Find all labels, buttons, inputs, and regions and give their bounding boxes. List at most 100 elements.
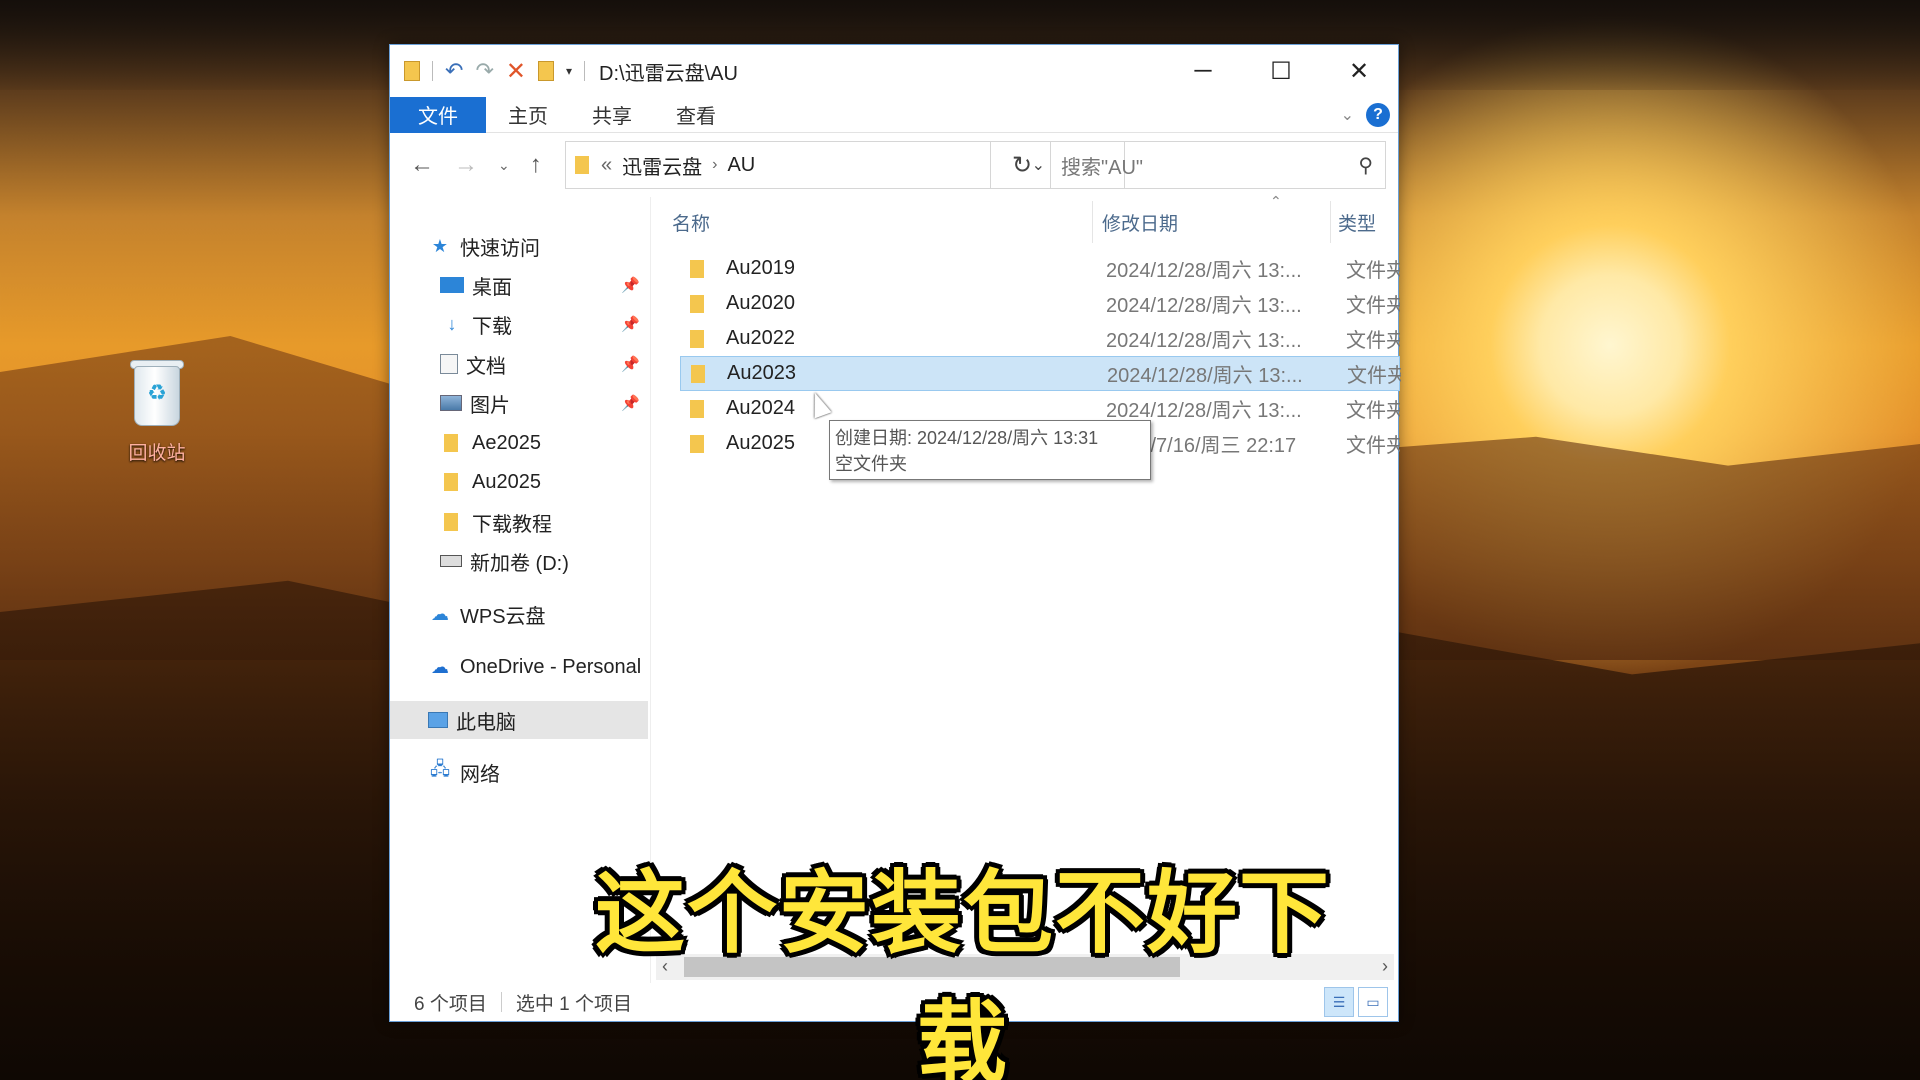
divider	[584, 61, 586, 81]
sidebar-item-onedrive[interactable]: ☁ OneDrive - Personal	[428, 648, 648, 686]
breadcrumb[interactable]: « 迅雷云盘 › AU ⌄	[565, 141, 1053, 189]
tab-share[interactable]: 共享	[570, 97, 654, 133]
folder-icon	[444, 513, 458, 531]
refresh-icon[interactable]: ↻	[990, 141, 1053, 189]
sidebar-item-label: 网络	[460, 763, 500, 786]
recent-locations-icon[interactable]: ⌄	[498, 157, 510, 174]
sidebar-item-this-pc[interactable]: 此电脑	[390, 701, 648, 739]
maximize-button[interactable]: ☐	[1242, 45, 1320, 97]
column-header-label: 类型	[1338, 213, 1377, 235]
back-icon[interactable]: ←	[410, 151, 434, 179]
folder-tooltip: 创建日期: 2024/12/28/周六 13:31 空文件夹	[829, 420, 1151, 480]
up-icon[interactable]: ↑	[530, 151, 542, 179]
column-header-date[interactable]: 修改日期	[1102, 197, 1322, 247]
sidebar-item-pictures[interactable]: 图片 📌	[440, 384, 648, 422]
folder-icon	[444, 434, 458, 452]
chevron-right-icon[interactable]: ›	[712, 156, 717, 174]
scroll-right-icon[interactable]: ›	[1382, 956, 1388, 977]
expand-ribbon-icon[interactable]: ⌄	[1341, 105, 1354, 125]
file-row-selected[interactable]: Au2023 2024/12/28/周六 13:... 文件夹	[680, 356, 1401, 391]
file-date: 2024/12/28/周六 13:...	[1106, 260, 1302, 282]
sidebar-item-quick-access[interactable]: ★ 快速访问	[428, 227, 648, 265]
undo-icon[interactable]: ↶	[445, 58, 463, 84]
help-icon[interactable]: ?	[1366, 102, 1390, 127]
ribbon-tabs: 文件 主页 共享 查看 ⌄ ?	[390, 96, 1398, 133]
file-name: Au2024	[726, 397, 795, 419]
folder-icon	[690, 329, 704, 348]
pin-icon[interactable]: 📌	[621, 315, 640, 333]
column-header-name[interactable]: 名称	[672, 197, 1092, 247]
navigation-bar: ← → ⌄ ↑ « 迅雷云盘 › AU ⌄ ↻ 搜索"AU" ⚲	[390, 133, 1398, 197]
sidebar-item-label: 新加卷 (D:)	[470, 552, 569, 575]
cloud-icon: ☁	[431, 603, 449, 624]
sidebar-item-label: WPS云盘	[460, 605, 546, 628]
window-title: D:\迅雷云盘\AU	[599, 62, 738, 85]
column-header-label: 修改日期	[1102, 213, 1179, 235]
folder-icon	[404, 61, 420, 81]
sidebar-item-label: 文档	[466, 355, 506, 378]
search-input[interactable]: 搜索"AU" ⚲	[1050, 141, 1386, 189]
large-icons-view-icon[interactable]: ▭	[1358, 987, 1388, 1017]
pin-icon[interactable]: 📌	[621, 394, 640, 412]
desktop-icon	[440, 277, 464, 293]
tab-file[interactable]: 文件	[390, 96, 486, 133]
sidebar-item-network[interactable]: 🖧 网络	[428, 753, 648, 791]
document-icon	[440, 354, 458, 374]
tab-home[interactable]: 主页	[486, 97, 570, 133]
computer-icon	[428, 712, 448, 728]
network-icon: 🖧	[429, 759, 451, 779]
pin-icon[interactable]: 📌	[621, 355, 640, 373]
sidebar-item-ae2025[interactable]: Ae2025	[444, 424, 648, 462]
breadcrumb-item[interactable]: AU	[727, 154, 755, 177]
folder-icon	[575, 156, 589, 174]
breadcrumb-overflow[interactable]: «	[601, 154, 612, 177]
download-icon: ↓	[447, 313, 457, 334]
file-row[interactable]: Au2020 2024/12/28/周六 13:... 文件夹	[680, 286, 1400, 321]
sidebar-item-documents[interactable]: 文档 📌	[440, 345, 648, 383]
file-type: 文件夹	[1346, 435, 1400, 457]
column-header-type[interactable]: 类型	[1338, 197, 1400, 247]
delete-icon[interactable]: ✕	[506, 57, 526, 86]
file-row[interactable]: Au2019 2024/12/28/周六 13:... 文件夹	[680, 251, 1400, 286]
tab-view[interactable]: 查看	[654, 97, 738, 133]
breadcrumb-item[interactable]: 迅雷云盘	[622, 151, 702, 180]
forward-icon[interactable]: →	[454, 151, 478, 179]
column-divider[interactable]	[1330, 201, 1331, 243]
file-name: Au2020	[726, 292, 795, 314]
picture-icon	[440, 395, 462, 411]
pin-icon[interactable]: 📌	[621, 276, 640, 294]
file-type: 文件夹	[1347, 365, 1401, 387]
tooltip-created-date: 创建日期: 2024/12/28/周六 13:31	[835, 428, 1099, 448]
sidebar-item-label: Au2025	[472, 470, 541, 493]
file-row[interactable]: Au2022 2024/12/28/周六 13:... 文件夹	[680, 321, 1400, 356]
view-switcher: ☰ ▭	[1324, 987, 1388, 1017]
redo-icon[interactable]: ↷	[475, 58, 493, 84]
minimize-button[interactable]: ─	[1164, 45, 1242, 97]
customize-dropdown-icon[interactable]: ▾	[566, 64, 572, 78]
sidebar-item-wps-cloud[interactable]: ☁ WPS云盘	[428, 595, 648, 633]
desktop-recycle-bin[interactable]: ♻ 回收站	[112, 358, 202, 465]
onedrive-icon: ☁	[431, 656, 449, 677]
file-type: 文件夹	[1346, 260, 1400, 282]
folder-icon	[690, 434, 704, 453]
sidebar-item-desktop[interactable]: 桌面 📌	[440, 266, 648, 304]
sidebar-item-au2025[interactable]: Au2025	[444, 463, 648, 501]
column-divider[interactable]	[1092, 201, 1093, 243]
close-button[interactable]: ✕	[1320, 45, 1398, 97]
title-bar: ↶ ↷ ✕ ▾ D:\迅雷云盘\AU ─ ☐ ✕	[390, 45, 1398, 97]
search-placeholder: 搜索"AU"	[1061, 156, 1143, 179]
file-date: 2024/12/28/周六 13:...	[1107, 365, 1303, 387]
file-type: 文件夹	[1346, 400, 1400, 422]
sidebar-item-drive-d[interactable]: 新加卷 (D:)	[440, 542, 648, 580]
new-folder-icon[interactable]	[537, 61, 554, 81]
star-icon: ★	[431, 235, 449, 256]
sidebar-item-label: OneDrive - Personal	[460, 655, 642, 678]
sidebar-item-label: Ae2025	[472, 431, 541, 454]
sidebar-item-downloads[interactable]: ↓ 下载 📌	[440, 305, 648, 343]
sidebar-item-label: 下载	[472, 315, 512, 338]
sidebar-item-download-tutorial[interactable]: 下载教程	[444, 503, 648, 541]
folder-icon	[690, 259, 704, 278]
video-subtitle: 这个安装包不好下载	[595, 861, 1331, 1080]
sidebar-item-label: 此电脑	[456, 711, 516, 734]
file-date: 2024/12/28/周六 13:...	[1106, 295, 1302, 317]
